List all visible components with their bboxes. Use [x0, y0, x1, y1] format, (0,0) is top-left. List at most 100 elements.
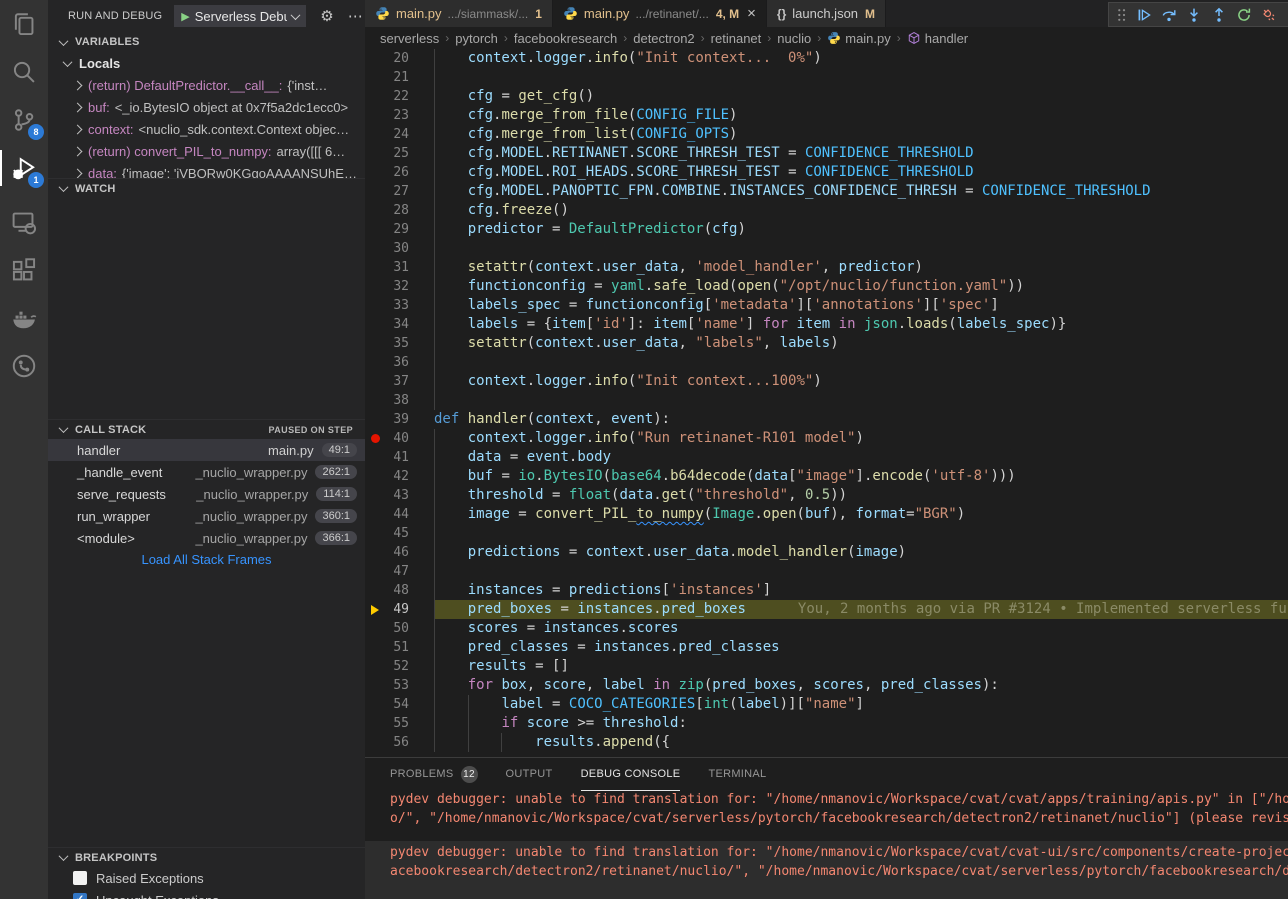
activity-item-remote-explorer[interactable]	[0, 198, 48, 246]
line-number[interactable]: 41	[379, 448, 409, 467]
more-actions-icon[interactable]: ⋯	[348, 7, 363, 25]
line-number[interactable]: 28	[379, 201, 409, 220]
line-number[interactable]: 20	[379, 49, 409, 68]
code-line[interactable]: 40 context.logger.info("Run retinanet-R1…	[365, 429, 1288, 448]
code-line[interactable]: 49 pred_boxes = instances.pred_boxesYou,…	[365, 600, 1288, 619]
line-number[interactable]: 50	[379, 619, 409, 638]
stack-frame-row[interactable]: handlermain.py49:1	[48, 439, 365, 461]
code-line[interactable]: 22 cfg = get_cfg()	[365, 87, 1288, 106]
code-line[interactable]: 33 labels_spec = functionconfig['metadat…	[365, 296, 1288, 315]
code-line[interactable]: 27 cfg.MODEL.PANOPTIC_FPN.COMBINE.INSTAN…	[365, 182, 1288, 201]
code-line[interactable]: 26 cfg.MODEL.ROI_HEADS.SCORE_THRESH_TEST…	[365, 163, 1288, 182]
editor-tab[interactable]: main.py.../retinanet/...4, M×	[553, 0, 767, 27]
activity-item-docker[interactable]	[0, 294, 48, 342]
debug-configuration-select[interactable]: ▶ Serverless Debu	[174, 5, 306, 27]
step-over-button[interactable]	[1156, 4, 1181, 25]
code-line[interactable]: 31 setattr(context.user_data, 'model_han…	[365, 258, 1288, 277]
step-into-button[interactable]	[1181, 4, 1206, 25]
console-message-block[interactable]: pydev debugger: unable to find translati…	[365, 788, 1288, 830]
variable-row[interactable]: (return) convert_PIL_to_numpy:array([[[ …	[48, 140, 365, 162]
code-line[interactable]: 37 context.logger.info("Init context...1…	[365, 372, 1288, 391]
disconnect-button[interactable]	[1256, 4, 1281, 25]
line-number[interactable]: 44	[379, 505, 409, 524]
activity-item-search[interactable]	[0, 48, 48, 96]
toolbar-drag-handle[interactable]	[1113, 4, 1131, 25]
code-line[interactable]: 35 setattr(context.user_data, "labels", …	[365, 334, 1288, 353]
line-number[interactable]: 25	[379, 144, 409, 163]
console-message-block[interactable]: pydev debugger: unable to find translati…	[365, 841, 1288, 899]
code-line[interactable]: 51 pred_classes = instances.pred_classes	[365, 638, 1288, 657]
breakpoints-section-header[interactable]: BREAKPOINTS	[48, 847, 365, 867]
breadcrumb-item[interactable]: pytorch	[455, 31, 498, 46]
editor-tab[interactable]: {}launch.jsonM	[767, 0, 886, 27]
line-number[interactable]: 45	[379, 524, 409, 543]
breadcrumb-item[interactable]: facebookresearch	[514, 31, 617, 46]
code-line[interactable]: 48 instances = predictions['instances']	[365, 581, 1288, 600]
restart-button[interactable]	[1231, 4, 1256, 25]
code-line[interactable]: 38	[365, 391, 1288, 410]
watch-section-header[interactable]: WATCH	[48, 178, 365, 198]
activity-item-extensions[interactable]	[0, 246, 48, 294]
code-editor[interactable]: 20 context.logger.info("Init context... …	[365, 49, 1288, 757]
line-number[interactable]: 51	[379, 638, 409, 657]
line-number[interactable]: 22	[379, 87, 409, 106]
close-icon[interactable]: ×	[747, 6, 756, 21]
call-stack-section-header[interactable]: CALL STACK PAUSED ON STEP	[48, 419, 365, 439]
line-number[interactable]: 53	[379, 676, 409, 695]
stack-frame-row[interactable]: _handle_event_nuclio_wrapper.py262:1	[48, 461, 365, 483]
line-number[interactable]: 24	[379, 125, 409, 144]
code-line[interactable]: 23 cfg.merge_from_file(CONFIG_FILE)	[365, 106, 1288, 125]
activity-item-test-explorer[interactable]	[0, 342, 48, 390]
variable-row[interactable]: data:{'image': 'iVBORw0KGgoAAAANSUhE…	[48, 162, 365, 178]
code-line[interactable]: 34 labels = {item['id']: item['name'] fo…	[365, 315, 1288, 334]
gear-icon[interactable]: ⚙	[320, 7, 333, 25]
variable-row[interactable]: buf:<_io.BytesIO object at 0x7f5a2dc1ecc…	[48, 96, 365, 118]
line-number[interactable]: 35	[379, 334, 409, 353]
line-number[interactable]: 52	[379, 657, 409, 676]
line-number[interactable]: 48	[379, 581, 409, 600]
activity-item-run-and-debug[interactable]: 1	[0, 144, 48, 192]
code-line[interactable]: 20 context.logger.info("Init context... …	[365, 49, 1288, 68]
load-all-stack-frames-link[interactable]: Load All Stack Frames	[48, 549, 365, 571]
variables-section-header[interactable]: VARIABLES	[48, 32, 365, 52]
breakpoint-row[interactable]: ✓Uncaught Exceptions	[48, 889, 365, 899]
breakpoint-row[interactable]: Raised Exceptions	[48, 867, 365, 889]
activity-item-source-control[interactable]: 8	[0, 96, 48, 144]
line-number[interactable]: 38	[379, 391, 409, 410]
line-number[interactable]: 55	[379, 714, 409, 733]
code-line[interactable]: 24 cfg.merge_from_list(CONFIG_OPTS)	[365, 125, 1288, 144]
line-number[interactable]: 30	[379, 239, 409, 258]
line-number[interactable]: 29	[379, 220, 409, 239]
line-number[interactable]: 40	[379, 429, 409, 448]
code-line[interactable]: 52 results = []	[365, 657, 1288, 676]
line-number[interactable]: 47	[379, 562, 409, 581]
continue-button[interactable]	[1131, 4, 1156, 25]
line-number[interactable]: 36	[379, 353, 409, 372]
code-line[interactable]: 32 functionconfig = yaml.safe_load(open(…	[365, 277, 1288, 296]
breadcrumb-item[interactable]: handler	[907, 31, 968, 46]
line-number[interactable]: 54	[379, 695, 409, 714]
panel-tab-problems[interactable]: PROBLEMS12	[390, 758, 478, 791]
panel-tab-output[interactable]: OUTPUT	[506, 758, 553, 791]
editor-tab[interactable]: main.py.../siammask/...1	[365, 0, 553, 27]
code-line[interactable]: 29 predictor = DefaultPredictor(cfg)	[365, 220, 1288, 239]
line-number[interactable]: 42	[379, 467, 409, 486]
stack-frame-row[interactable]: <module>_nuclio_wrapper.py366:1	[48, 527, 365, 549]
breadcrumb-item[interactable]: detectron2	[633, 31, 694, 46]
panel-tab-terminal[interactable]: TERMINAL	[708, 758, 766, 791]
code-line[interactable]: 39def handler(context, event):	[365, 410, 1288, 429]
breadcrumb-item[interactable]: retinanet	[711, 31, 762, 46]
code-line[interactable]: 55 if score >= threshold:	[365, 714, 1288, 733]
line-number[interactable]: 21	[379, 68, 409, 87]
variable-row[interactable]: context:<nuclio_sdk.context.Context obje…	[48, 118, 365, 140]
breadcrumb-item[interactable]: serverless	[380, 31, 439, 46]
code-line[interactable]: 41 data = event.body	[365, 448, 1288, 467]
code-line[interactable]: 46 predictions = context.user_data.model…	[365, 543, 1288, 562]
code-line[interactable]: 47	[365, 562, 1288, 581]
breadcrumb-item[interactable]: nuclio	[777, 31, 811, 46]
code-line[interactable]: 21	[365, 68, 1288, 87]
line-number[interactable]: 27	[379, 182, 409, 201]
code-line[interactable]: 42 buf = io.BytesIO(base64.b64decode(dat…	[365, 467, 1288, 486]
line-number[interactable]: 23	[379, 106, 409, 125]
variables-scope-locals[interactable]: Locals	[48, 52, 365, 74]
